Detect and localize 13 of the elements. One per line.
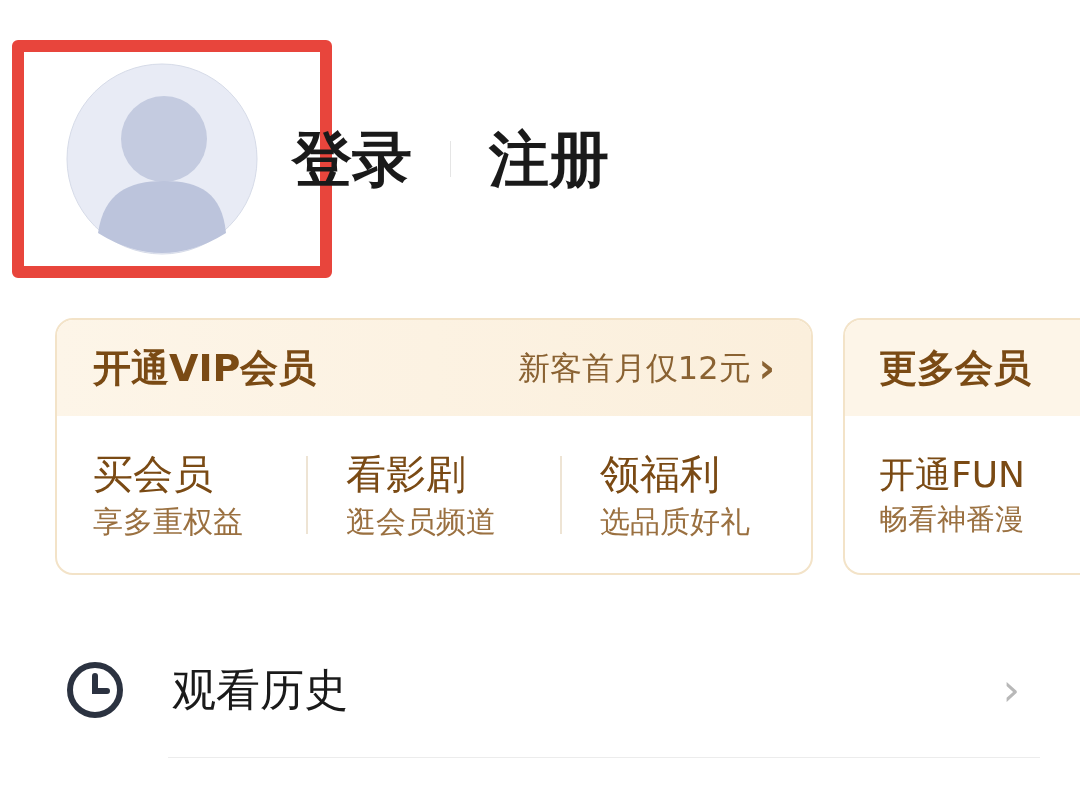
menu-row[interactable]: 观看历史 › — [0, 635, 1080, 745]
more-card[interactable]: 更多会员 开通FUN 畅看神番漫 — [843, 318, 1080, 575]
vip-benefit-item[interactable]: 看影剧 逛会员频道 — [346, 449, 522, 541]
card-title: 开通VIP会员 — [93, 344, 317, 392]
vip-card[interactable]: 开通VIP会员 新客首月仅12元 › 买会员 享多重权益 看影剧 逛会员频道 领福利 选品质好礼 — [55, 318, 813, 575]
register-link[interactable]: 注册 — [489, 129, 609, 189]
clock-icon — [66, 661, 124, 719]
vip-benefit-item[interactable]: 领福利 选品质好礼 — [599, 449, 776, 541]
avatar-silhouette-icon[interactable] — [66, 63, 258, 255]
vip-benefit-item[interactable]: 买会员 享多重权益 — [93, 449, 269, 541]
card-title: 更多会员 — [879, 344, 1031, 392]
member-benefit-item[interactable]: 开通FUN 畅看神番漫 — [879, 452, 1025, 538]
offer-link[interactable]: 新客首月仅12元 › — [517, 344, 775, 392]
